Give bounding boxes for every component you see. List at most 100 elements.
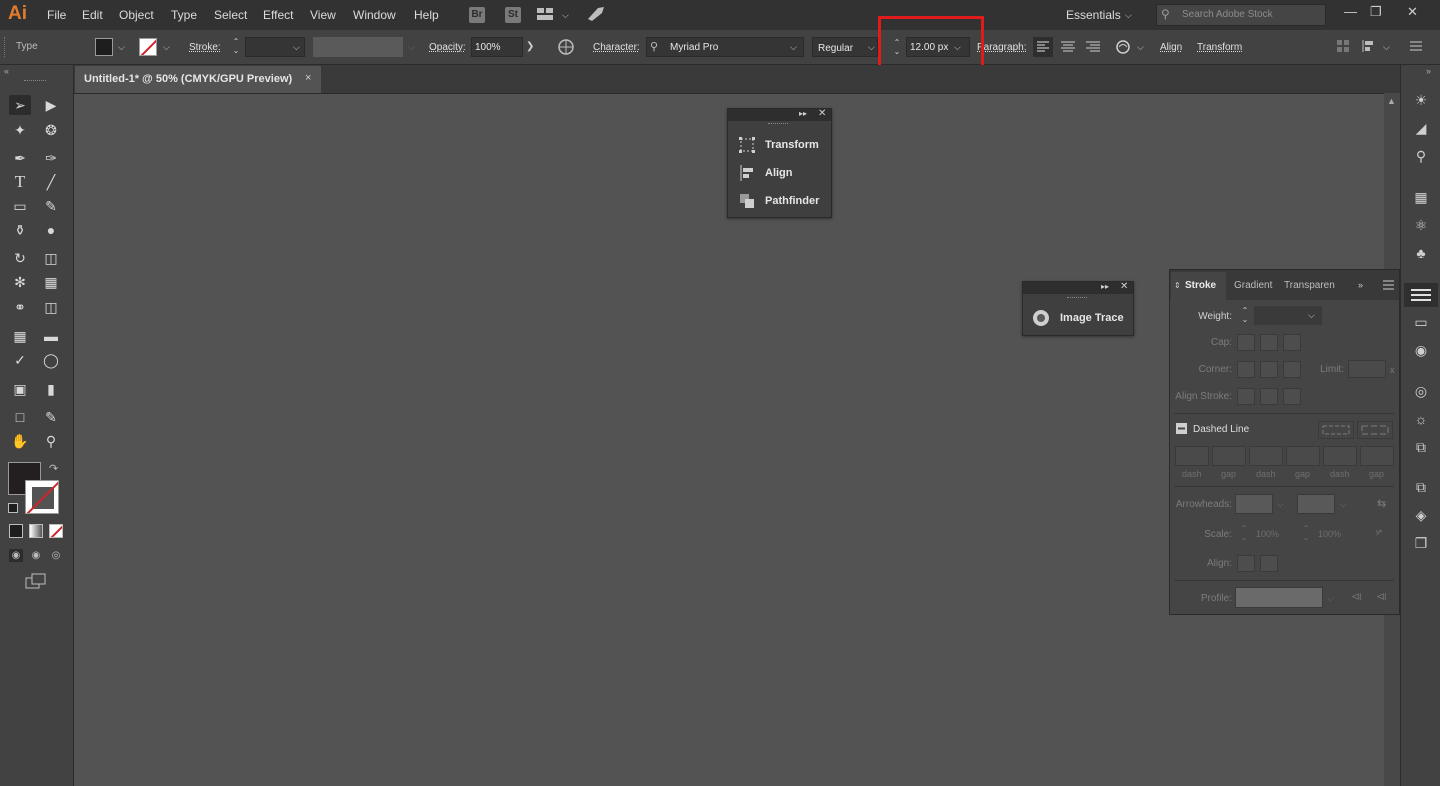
chevron-down-icon[interactable]: ⌵ — [1308, 310, 1315, 321]
minimize-button[interactable]: — — [1344, 4, 1357, 19]
image-trace-item[interactable]: Image Trace — [1060, 312, 1124, 324]
distribute-icon[interactable] — [1361, 39, 1377, 53]
round-cap-button[interactable] — [1260, 334, 1278, 351]
chevron-down-icon[interactable]: ⌵ — [1383, 42, 1390, 53]
align-dashes-button[interactable] — [1357, 421, 1393, 439]
transform-link[interactable]: Transform — [1197, 42, 1242, 53]
menu-select[interactable]: Select — [214, 8, 247, 22]
profile-select[interactable] — [1235, 587, 1323, 608]
menu-type[interactable]: Type — [171, 8, 197, 22]
align-right-button[interactable] — [1083, 37, 1103, 57]
align-center-stroke-button[interactable] — [1237, 388, 1255, 405]
start-arrowhead-select[interactable] — [1235, 494, 1273, 514]
artboards-icon[interactable]: ⧉ — [1410, 477, 1432, 497]
none-mode-icon[interactable] — [49, 524, 63, 538]
chevron-down-icon[interactable]: ⌵ — [1340, 499, 1347, 510]
color-icon[interactable]: ◢ — [1410, 118, 1432, 138]
default-colors-icon[interactable] — [8, 503, 18, 513]
color-mode-icon[interactable] — [9, 524, 23, 538]
bevel-join-button[interactable] — [1283, 361, 1301, 378]
chevron-down-icon[interactable]: ⌵ — [1137, 42, 1144, 53]
grip-icon[interactable] — [4, 37, 8, 57]
collapse-icon[interactable]: ▸▸ — [1101, 282, 1109, 291]
close-tab-icon[interactable]: × — [305, 72, 311, 84]
stroke-color-swatch[interactable] — [25, 480, 59, 514]
color-guide-icon[interactable]: ☀ — [1410, 90, 1432, 110]
arrow-tip-at-end-button[interactable] — [1260, 555, 1278, 572]
dash-field-1[interactable] — [1175, 446, 1209, 466]
screen-mode-icon[interactable] — [25, 573, 47, 589]
stroke-dock-button[interactable] — [1404, 283, 1438, 307]
tab-transparency[interactable]: Transparen — [1284, 280, 1335, 291]
draw-normal-icon[interactable]: ◉ — [9, 549, 23, 562]
dashed-line-checkbox[interactable] — [1176, 423, 1187, 434]
panel-menu-icon[interactable] — [1383, 280, 1394, 290]
panel-header[interactable] — [1023, 282, 1133, 294]
links-icon[interactable]: ❐ — [1410, 533, 1432, 553]
tab-gradient[interactable]: Gradient — [1234, 280, 1272, 291]
shape-builder-tool-icon[interactable]: ⚭ — [9, 297, 31, 317]
isolate-icon[interactable] — [1336, 39, 1350, 53]
gap-field-2[interactable] — [1286, 446, 1320, 466]
magic-wand-tool-icon[interactable]: ✦ — [9, 120, 31, 140]
close-icon[interactable]: ✕ — [818, 108, 826, 119]
gradient-panel-icon[interactable]: ▭ — [1410, 312, 1432, 332]
brushes-icon[interactable]: ⚛ — [1410, 215, 1432, 235]
transparency-icon[interactable]: ◉ — [1410, 340, 1432, 360]
menu-file[interactable]: File — [47, 8, 66, 22]
menu-view[interactable]: View — [310, 8, 336, 22]
direct-selection-tool-icon[interactable]: ▶ — [40, 95, 62, 115]
miter-join-button[interactable] — [1237, 361, 1255, 378]
eyedropper-tool-icon[interactable]: ✓ — [9, 350, 31, 370]
chevron-down-icon[interactable]: ⌵ — [293, 42, 300, 53]
panel-header[interactable] — [728, 109, 831, 121]
gap-field-1[interactable] — [1212, 446, 1246, 466]
dash-field-3[interactable] — [1323, 446, 1357, 466]
variable-width-profile[interactable] — [313, 37, 403, 57]
stroke-weight-stepper[interactable]: ⌃ ⌄ — [229, 37, 243, 59]
end-arrowhead-select[interactable] — [1297, 494, 1335, 514]
panel-menu-icon[interactable] — [1409, 39, 1423, 53]
weight-stepper[interactable]: ⌃ ⌄ — [1239, 306, 1251, 326]
rectangle-tool-icon[interactable]: ▭ — [9, 196, 31, 216]
grip-icon[interactable] — [1067, 297, 1087, 301]
menu-window[interactable]: Window — [353, 8, 396, 22]
stock-icon[interactable]: St — [505, 7, 521, 23]
tab-stroke[interactable]: Stroke — [1185, 280, 1216, 291]
asset-export-icon[interactable]: ⧉ — [1410, 437, 1432, 457]
pen-tool-icon[interactable]: ✒ — [9, 148, 31, 168]
libraries-icon[interactable]: ⚲ — [1410, 146, 1432, 166]
hand-tool-icon[interactable]: ✋ — [9, 431, 31, 451]
gpu-performance-icon[interactable] — [586, 5, 606, 23]
grip-icon[interactable] — [24, 80, 46, 85]
transform-panel-item[interactable]: Transform — [765, 139, 819, 151]
collapse-icon[interactable]: ▸▸ — [799, 109, 807, 118]
dash-field-2[interactable] — [1249, 446, 1283, 466]
graphic-styles-icon[interactable]: ☼ — [1410, 409, 1432, 429]
gradient-tool-icon[interactable]: ▬ — [40, 326, 62, 346]
stroke-swatch[interactable] — [139, 38, 157, 56]
arrow-tip-beyond-button[interactable] — [1237, 555, 1255, 572]
menu-effect[interactable]: Effect — [263, 8, 293, 22]
character-label[interactable]: Character: — [593, 42, 640, 53]
draw-behind-icon[interactable]: ◉ — [29, 549, 43, 562]
menu-help[interactable]: Help — [414, 8, 439, 22]
swap-arrowheads-icon[interactable]: ⇆ — [1377, 497, 1386, 510]
start-scale-stepper[interactable]: ⌃ ⌄ — [1238, 524, 1250, 544]
gap-field-3[interactable] — [1360, 446, 1394, 466]
perspective-grid-tool-icon[interactable]: ◫ — [40, 297, 62, 317]
menu-edit[interactable]: Edit — [82, 8, 103, 22]
expand-tabs-icon[interactable]: » — [1358, 280, 1363, 290]
flip-along-icon[interactable]: ⧏ — [1351, 590, 1362, 603]
selection-tool-icon[interactable]: ➢ — [9, 95, 31, 115]
symbol-sprayer-tool-icon[interactable]: ▣ — [9, 379, 31, 399]
flip-across-icon[interactable]: ⧏ — [1376, 590, 1387, 603]
shaper-tool-icon[interactable]: ⚱ — [9, 220, 31, 240]
line-tool-icon[interactable]: ╱ — [40, 172, 62, 192]
collapse-panel-icon[interactable]: « — [4, 66, 9, 76]
mesh-tool-icon[interactable]: ▦ — [9, 326, 31, 346]
fill-swatch[interactable] — [95, 38, 113, 56]
chevron-down-icon[interactable]: ⌵ — [868, 42, 875, 53]
stroke-label[interactable]: Stroke: — [189, 42, 221, 53]
align-inside-stroke-button[interactable] — [1260, 388, 1278, 405]
